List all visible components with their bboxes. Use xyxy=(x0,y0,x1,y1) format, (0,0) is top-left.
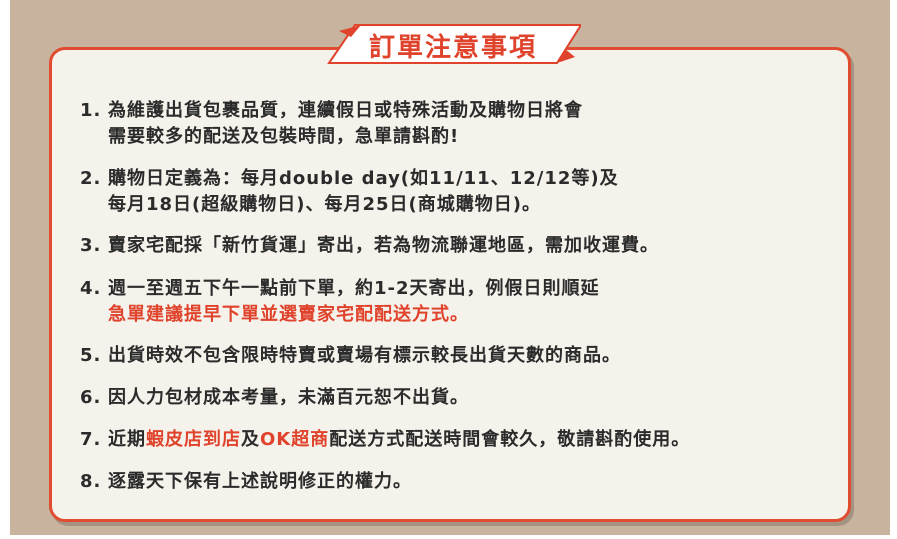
list-item-7: 7. 近期蝦皮店到店及OK超商配送方式配送時間會較久，敬請斟酌使用。 xyxy=(80,427,690,453)
item-text-line1: 週一至週五下午一點前下單，約1-2天寄出，例假日則順延 xyxy=(108,278,600,299)
item-number: 4. xyxy=(80,278,102,299)
list-item-6: 6. 因人力包材成本考量，未滿百元恕不出貨。 xyxy=(80,385,469,411)
item-text-line1: 因人力包材成本考量，未滿百元恕不出貨。 xyxy=(108,387,469,408)
item-text-line1: 購物日定義為：每月double day(如11/11、12/12等)及 xyxy=(108,168,619,189)
list-item-2: 2. 購物日定義為：每月double day(如11/11、12/12等)及 每月… xyxy=(80,166,619,218)
item-text-line1: 出貨時效不包含限時特賣或賣場有標示較長出貨天數的商品。 xyxy=(108,345,621,366)
item-number: 7. xyxy=(80,429,102,450)
item-text-part3: 配送方式配送時間會較久，敬請斟酌使用。 xyxy=(329,429,691,450)
item-text-highlight-shopee: 蝦皮店到店 xyxy=(146,429,241,450)
item-text-line2: 需要較多的配送及包裝時間，急單請斟酌! xyxy=(108,126,460,147)
list-item-3: 3. 賣家宅配採「新竹貨運」寄出，若為物流聯運地區，需加收運費。 xyxy=(80,233,659,259)
item-number: 8. xyxy=(80,471,102,492)
item-text-part2: 及 xyxy=(241,429,260,450)
list-item-4: 4. 週一至週五下午一點前下單，約1-2天寄出，例假日則順延 急單建議提早下單並選… xyxy=(80,276,600,328)
list-item-5: 5. 出貨時效不包含限時特賣或賣場有標示較長出貨天數的商品。 xyxy=(80,343,621,369)
title-tab: 訂單注意事項 xyxy=(325,21,581,69)
list-item-8: 8. 逐露天下保有上述說明修正的權力。 xyxy=(80,469,412,495)
item-text-line1: 逐露天下保有上述說明修正的權力。 xyxy=(108,471,412,492)
item-number: 5. xyxy=(80,345,102,366)
item-text-line1: 賣家宅配採「新竹貨運」寄出，若為物流聯運地區，需加收運費。 xyxy=(108,235,659,256)
item-number: 1. xyxy=(80,100,102,121)
item-text-line2: 每月18日(超級購物日)、每月25日(商城購物日)。 xyxy=(108,194,542,215)
item-text-part1: 近期 xyxy=(108,429,146,450)
item-text-line1: 為維護出貨包裹品質，連續假日或特殊活動及購物日將會 xyxy=(108,100,583,121)
list-item-1: 1. 為維護出貨包裹品質，連續假日或特殊活動及購物日將會 需要較多的配送及包裝時間… xyxy=(80,98,583,150)
page-title: 訂單注意事項 xyxy=(368,33,537,63)
item-number: 2. xyxy=(80,168,102,189)
item-text-line2-highlight: 急單建議提早下單並選賣家宅配配送方式。 xyxy=(108,304,469,325)
item-text-highlight-ok: OK超商 xyxy=(260,429,330,450)
item-number: 3. xyxy=(80,235,102,256)
item-number: 6. xyxy=(80,387,102,408)
